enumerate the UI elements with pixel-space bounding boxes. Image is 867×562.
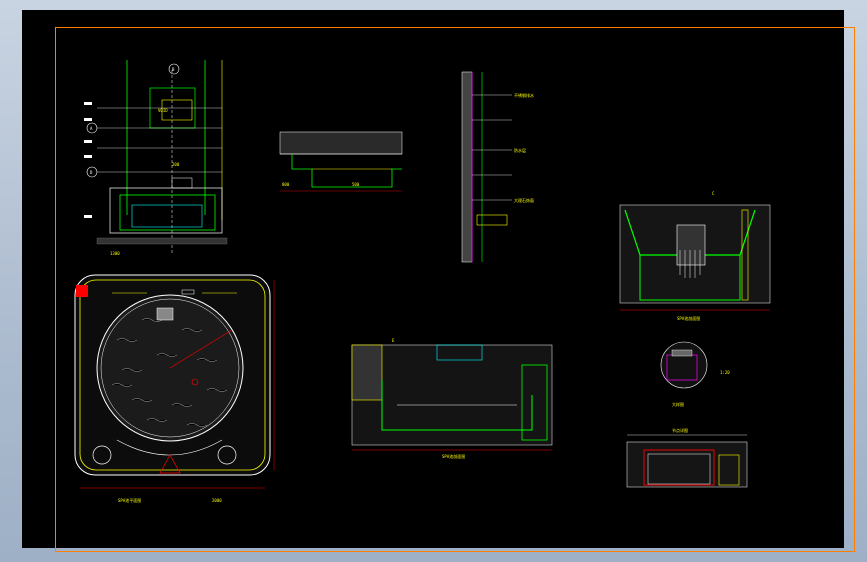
svg-text:大样图: 大样图	[672, 401, 684, 407]
svg-text:500: 500	[352, 182, 360, 187]
cad-viewport[interactable]: VOID 200 B A D 1300 SPA池平面图 2000 800 500…	[22, 10, 855, 552]
spa-plan[interactable]: SPA池平面图 2000	[74, 274, 275, 503]
svg-text:2000: 2000	[212, 498, 222, 503]
svg-text:200: 200	[172, 162, 180, 167]
svg-text:大理石饰面: 大理石饰面	[514, 197, 534, 203]
svg-text:节点详图: 节点详图	[672, 427, 688, 433]
svg-text:1300: 1300	[110, 251, 120, 256]
section-wall: 不锈钢排水 防水层 大理石饰面	[461, 71, 534, 263]
svg-text:D: D	[90, 170, 93, 175]
svg-text:C: C	[712, 191, 715, 196]
svg-text:A: A	[90, 126, 93, 131]
section-top-middle: 800 500	[279, 131, 403, 192]
svg-text:SPA池剖面图: SPA池剖面图	[677, 315, 700, 321]
svg-text:不锈钢排水: 不锈钢排水	[514, 92, 534, 98]
elevation-left: VOID 200 B A D 1300	[84, 60, 228, 256]
svg-text:SPA池平面图: SPA池平面图	[118, 497, 141, 503]
svg-text:VOID: VOID	[158, 108, 168, 113]
cad-drawing-canvas[interactable]: VOID 200 B A D 1300 SPA池平面图 2000 800 500…	[22, 10, 844, 548]
svg-text:SPA池剖面图: SPA池剖面图	[442, 453, 465, 459]
svg-text:防水层: 防水层	[514, 147, 526, 153]
detail-tub: 节点详图	[626, 427, 748, 488]
section-right: SPA池剖面图 C	[619, 191, 771, 321]
detail-circle: 大样图 1:20	[660, 341, 730, 407]
svg-text:1:20: 1:20	[720, 370, 730, 375]
svg-text:800: 800	[282, 182, 290, 187]
svg-text:E: E	[392, 338, 395, 343]
svg-text:B: B	[172, 67, 175, 72]
section-bottom-middle: SPA池剖面图 E	[351, 338, 553, 459]
